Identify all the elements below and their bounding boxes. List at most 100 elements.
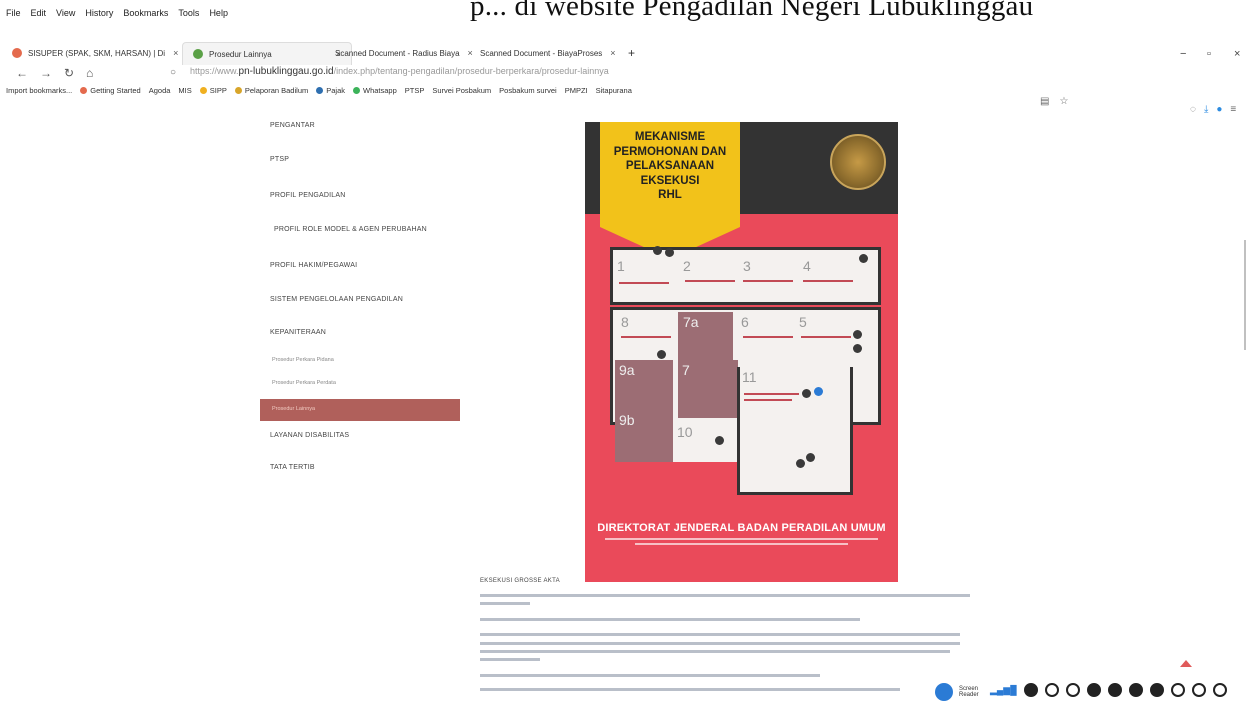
- home-icon[interactable]: ⌂: [86, 66, 93, 80]
- menu-edit[interactable]: Edit: [31, 8, 47, 18]
- reader-mode-icon[interactable]: ▤: [1040, 96, 1049, 107]
- nav-bar: ← → ↻ ⌂ ○ https://www.pn-lubuklinggau.go…: [0, 64, 1250, 84]
- invert-icon[interactable]: [1191, 683, 1206, 697]
- poster-footer-subtext: [590, 538, 893, 546]
- scrollbar[interactable]: [1244, 240, 1246, 350]
- bookmark-label: Whatsapp: [363, 86, 397, 95]
- menu-icon[interactable]: ≡: [1230, 104, 1236, 115]
- bookmark-label: Pelaporan Badilum: [244, 86, 309, 95]
- stop-icon[interactable]: [1065, 683, 1080, 697]
- account-icon[interactable]: ●: [1216, 104, 1222, 115]
- screen-reader-widget[interactable]: Screen Reader: [935, 683, 979, 701]
- menu-help[interactable]: Help: [209, 8, 228, 18]
- menu-bookmarks[interactable]: Bookmarks: [123, 8, 168, 18]
- new-tab-button[interactable]: +: [628, 42, 635, 64]
- bookmark-ptsp[interactable]: PTSP: [405, 86, 425, 95]
- bookmark-sitapurana[interactable]: Sitapurana: [596, 86, 632, 95]
- poster-panel-7: 7: [678, 360, 738, 418]
- poster-title-line: RHL: [658, 189, 682, 201]
- eksekusi-poster: MEKANISME PERMOHONAN DAN PELAKSANAAN EKS…: [585, 122, 898, 582]
- sidebar-subitem-pidana[interactable]: Prosedur Perkara Pidana: [272, 357, 334, 363]
- bookmark-posbakum-survei[interactable]: Posbakum survei: [499, 86, 557, 95]
- bookmark-agoda[interactable]: Agoda: [149, 86, 171, 95]
- poster-title-line: PERMOHONAN DAN: [613, 145, 727, 158]
- sidebar-item-pengantar[interactable]: PENGANTAR: [270, 122, 315, 129]
- sidebar-item-sistem-pengelolaan[interactable]: SISTEM PENGELOLAAN PENGADILAN: [270, 296, 403, 303]
- pocket-icon[interactable]: ◌: [1190, 104, 1196, 115]
- play-icon[interactable]: [1023, 683, 1038, 697]
- court-seal-logo: [830, 134, 886, 190]
- sidebar-item-disabilitas[interactable]: LAYANAN DISABILITAS: [270, 432, 349, 439]
- bookmark-whatsapp[interactable]: Whatsapp: [353, 86, 397, 95]
- tab-favicon-icon: [193, 49, 203, 59]
- pause-icon[interactable]: [1044, 683, 1059, 697]
- sidebar-item-hakim-pegawai[interactable]: PROFIL HAKIM/PEGAWAI: [270, 262, 357, 269]
- close-window-icon[interactable]: ×: [1234, 48, 1240, 60]
- menu-view[interactable]: View: [56, 8, 75, 18]
- url-path: /index.php/tentang-pengadilan/prosedur-b…: [333, 66, 609, 76]
- close-icon[interactable]: ×: [610, 48, 615, 58]
- menu-history[interactable]: History: [85, 8, 113, 18]
- bookmark-mis[interactable]: MIS: [178, 86, 191, 95]
- text-size-icon[interactable]: [1128, 683, 1143, 697]
- tab-sisuper[interactable]: SISUPER (SPAK, SKM, HARSAN) | Di ×: [12, 42, 178, 64]
- step-number: 9b: [619, 412, 635, 428]
- sidebar-item-prosedur-lainnya[interactable]: Prosedur Lainnya: [260, 399, 460, 421]
- sidebar-item-tata-tertib[interactable]: TATA TERTIB: [270, 464, 315, 471]
- menu-file[interactable]: File: [6, 8, 21, 18]
- bookmark-pmpzi[interactable]: PMPZI: [565, 86, 588, 95]
- bookmark-label: Sitapurana: [595, 86, 632, 95]
- poster-footer: DIREKTORAT JENDERAL BADAN PERADILAN UMUM: [597, 522, 886, 534]
- reset-icon[interactable]: [1212, 683, 1227, 697]
- bookmark-survei-posbakum[interactable]: Survei Posbakum: [432, 86, 491, 95]
- sidebar-subitem-perdata[interactable]: Prosedur Perkara Perdata: [272, 380, 336, 386]
- volume-bars-icon[interactable]: ▂▄▆█: [990, 685, 1017, 696]
- tab-scanned-radius[interactable]: Scanned Document - Radius Biaya ×: [335, 42, 473, 64]
- bookmark-pajak[interactable]: Pajak: [316, 86, 345, 95]
- download-icon[interactable]: ⤓: [1204, 104, 1208, 115]
- back-icon[interactable]: ←: [16, 66, 28, 80]
- url-domain: pn-lubuklinggau.go.id: [238, 66, 334, 77]
- forward-icon[interactable]: →: [40, 66, 52, 80]
- bookmark-label: PMPZI: [564, 86, 588, 95]
- sidebar-item-kepaniteraan[interactable]: KEPANITERAAN: [270, 329, 326, 336]
- section-heading: EKSEKUSI GROSSE AKTA: [480, 578, 560, 584]
- paragraph-line: [480, 658, 540, 661]
- url-bar[interactable]: https://www.pn-lubuklinggau.go.id/index.…: [190, 66, 609, 77]
- star-icon[interactable]: ☆: [1059, 96, 1068, 107]
- url-prefix: https://www.: [190, 66, 239, 76]
- close-icon[interactable]: ×: [468, 48, 473, 58]
- shield-icon: ○: [170, 67, 177, 78]
- bookmark-label: Pajak: [326, 86, 345, 95]
- bookmark-sipp[interactable]: SIPP: [199, 86, 227, 95]
- bookmark-import[interactable]: Import bookmarks...: [6, 86, 72, 95]
- zoom-in-icon[interactable]: [1086, 683, 1101, 697]
- step-number: 7: [682, 362, 690, 378]
- contrast-icon[interactable]: [1149, 683, 1164, 697]
- tab-scanned-biaya[interactable]: Scanned Document - BiayaProses ×: [480, 42, 616, 64]
- sidebar-item-profil-pengadilan[interactable]: PROFIL PENGADILAN: [270, 192, 346, 199]
- scroll-to-top-icon[interactable]: [1180, 660, 1192, 667]
- zoom-out-icon[interactable]: [1107, 683, 1122, 697]
- tab-prosedur-lainnya[interactable]: Prosedur Lainnya ×: [182, 42, 352, 65]
- step-number: 6: [741, 314, 749, 330]
- bookmark-pelaporan[interactable]: Pelaporan Badilum: [234, 86, 309, 95]
- bookmark-getting-started[interactable]: Getting Started: [80, 86, 141, 95]
- scan-title: p... di website Pengadilan Negeri Lubukl…: [470, 0, 1034, 22]
- sidebar-item-role-model[interactable]: PROFIL ROLE MODEL & AGEN PERUBAHAN: [274, 226, 427, 233]
- bookmark-label: Survei Posbakum: [432, 86, 492, 95]
- maximize-icon[interactable]: ▫: [1207, 48, 1211, 60]
- sidebar-item-ptsp[interactable]: PTSP: [270, 156, 289, 163]
- poster-title: MEKANISME PERMOHONAN DAN PELAKSANAAN EKS…: [600, 130, 740, 203]
- step-number: 5: [799, 314, 807, 330]
- tab-label: Prosedur Lainnya: [209, 49, 272, 59]
- tab-label: SISUPER (SPAK, SKM, HARSAN) | Di: [28, 48, 166, 58]
- grayscale-icon[interactable]: [1170, 683, 1185, 697]
- step-number: 10: [677, 424, 693, 440]
- reload-icon[interactable]: ↻: [64, 66, 74, 80]
- close-icon[interactable]: ×: [173, 48, 178, 58]
- poster-title-line: MEKANISME: [634, 131, 706, 143]
- badilum-icon: [234, 87, 242, 94]
- menu-tools[interactable]: Tools: [178, 8, 199, 18]
- minimize-icon[interactable]: −: [1180, 48, 1186, 60]
